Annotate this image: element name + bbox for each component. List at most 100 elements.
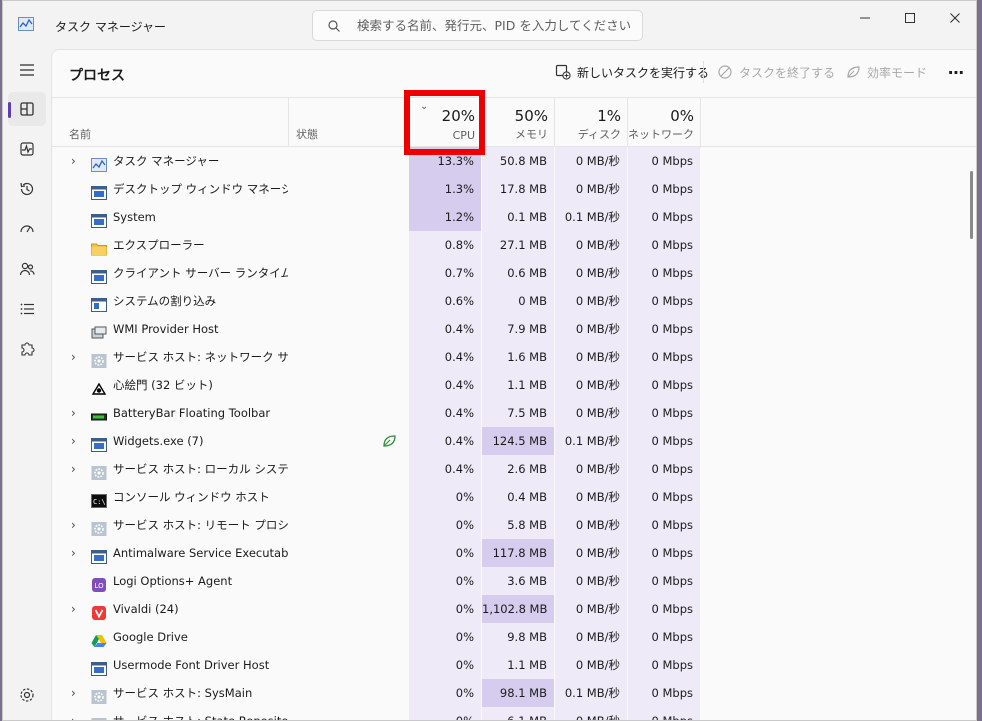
process-name-cell[interactable]: › サービス ホスト: SysMain <box>52 679 288 707</box>
process-name-cell[interactable]: 心絵門 (32 ビット) <box>52 371 288 399</box>
process-status-cell <box>288 427 408 455</box>
nav-app-history[interactable] <box>8 172 46 206</box>
process-name-cell[interactable]: クライアント サーバー ランタイム プロ... <box>52 259 288 287</box>
app-title: タスク マネージャー <box>55 20 166 34</box>
column-cpu[interactable]: ⌄ 20% CPU <box>408 98 481 147</box>
nav-users[interactable] <box>8 252 46 286</box>
nav-performance[interactable] <box>8 132 46 166</box>
process-disk: 0 MB/秒 <box>554 399 627 427</box>
column-status-label: 状態 <box>296 128 318 141</box>
process-icon <box>91 266 107 284</box>
table-row[interactable]: › サービス ホスト: ローカル システム (... 0.4% 2.6 MB 0… <box>52 455 976 483</box>
expand-chevron-icon[interactable]: › <box>71 707 81 720</box>
table-row[interactable]: › タスク マネージャー 13.3% 50.8 MB 0 MB/秒 0 Mbps <box>52 147 976 175</box>
process-name-cell[interactable]: System <box>52 203 288 231</box>
process-icon <box>91 350 107 368</box>
nav-details[interactable] <box>8 292 46 326</box>
process-name: サービス ホスト: リモート プロシージ... <box>113 518 288 532</box>
expand-chevron-icon[interactable]: › <box>71 595 81 623</box>
process-cpu: 1.3% <box>408 175 481 203</box>
nav-settings[interactable] <box>8 678 46 712</box>
table-row[interactable]: エクスプローラー 0.8% 27.1 MB 0 MB/秒 0 Mbps <box>52 231 976 259</box>
process-disk: 0 MB/秒 <box>554 483 627 511</box>
expand-chevron-icon[interactable]: › <box>71 399 81 427</box>
process-name-cell[interactable]: › Vivaldi (24) <box>52 595 288 623</box>
nav-startup-apps[interactable] <box>8 212 46 246</box>
expand-chevron-icon[interactable]: › <box>71 455 81 483</box>
process-network: 0 Mbps <box>627 259 700 287</box>
more-options-button[interactable]: ⋯ <box>945 62 967 82</box>
table-row[interactable]: › BatteryBar Floating Toolbar 0.4% 7.5 M… <box>52 399 976 427</box>
scrollbar-thumb[interactable] <box>970 171 973 239</box>
table-row[interactable]: › サービス ホスト: State Repository ... 0% 6.1 … <box>52 707 976 720</box>
process-cpu: 0.4% <box>408 315 481 343</box>
process-cpu: 0% <box>408 707 481 720</box>
process-name-cell[interactable]: › BatteryBar Floating Toolbar <box>52 399 288 427</box>
process-icon <box>91 686 107 704</box>
process-disk: 0 MB/秒 <box>554 567 627 595</box>
process-name-cell[interactable]: WMI Provider Host <box>52 315 288 343</box>
table-row[interactable]: クライアント サーバー ランタイム プロ... 0.7% 0.6 MB 0 MB… <box>52 259 976 287</box>
table-row[interactable]: › Vivaldi (24) 0% 1,102.8 MB 0 MB/秒 0 Mb… <box>52 595 976 623</box>
expand-chevron-icon[interactable]: › <box>71 511 81 539</box>
table-row[interactable]: C:\ コンソール ウィンドウ ホスト 0% 0.4 MB 0 MB/秒 0 M… <box>52 483 976 511</box>
process-cpu: 0.4% <box>408 343 481 371</box>
table-row[interactable]: Google Drive 0% 9.8 MB 0 MB/秒 0 Mbps <box>52 623 976 651</box>
process-name-cell[interactable]: › サービス ホスト: ネットワーク サービス <box>52 343 288 371</box>
process-name-cell[interactable]: Google Drive <box>52 623 288 651</box>
nav-services[interactable] <box>8 332 46 366</box>
process-name-cell[interactable]: システムの割り込み <box>52 287 288 315</box>
network-total: 0% <box>670 107 694 125</box>
table-row[interactable]: LO Logi Options+ Agent 0% 3.6 MB 0 MB/秒 … <box>52 567 976 595</box>
minimize-icon <box>860 17 870 19</box>
table-row[interactable]: WMI Provider Host 0.4% 7.9 MB 0 MB/秒 0 M… <box>52 315 976 343</box>
process-icon <box>91 154 107 172</box>
process-name-cell[interactable]: C:\ コンソール ウィンドウ ホスト <box>52 483 288 511</box>
expand-chevron-icon[interactable]: › <box>71 147 81 175</box>
run-new-task-button[interactable]: 新しいタスクを実行する <box>555 62 709 82</box>
process-name-cell[interactable]: LO Logi Options+ Agent <box>52 567 288 595</box>
search-input[interactable] <box>357 18 637 33</box>
table-row[interactable]: › サービス ホスト: リモート プロシージ... 0% 5.8 MB 0 MB… <box>52 511 976 539</box>
process-name-cell[interactable]: › サービス ホスト: State Repository ... <box>52 707 288 720</box>
search-icon <box>328 19 340 32</box>
column-status[interactable]: 状態 <box>288 98 408 147</box>
efficiency-mode-button[interactable]: 効率モード <box>845 62 927 82</box>
close-button[interactable] <box>932 3 976 33</box>
table-row[interactable]: 心絵門 (32 ビット) 0.4% 1.1 MB 0 MB/秒 0 Mbps <box>52 371 976 399</box>
process-name-cell[interactable]: › タスク マネージャー <box>52 147 288 175</box>
table-row[interactable]: › サービス ホスト: SysMain 0% 98.1 MB 0.1 MB/秒 … <box>52 679 976 707</box>
process-name-cell[interactable]: › Widgets.exe (7) <box>52 427 288 455</box>
process-name-cell[interactable]: › サービス ホスト: ローカル システム (... <box>52 455 288 483</box>
table-row[interactable]: デスクトップ ウィンドウ マネージャー 1.3% 17.8 MB 0 MB/秒 … <box>52 175 976 203</box>
expand-chevron-icon[interactable]: › <box>71 539 81 567</box>
column-network[interactable]: 0% ネットワーク <box>627 98 700 147</box>
process-memory: 1,102.8 MB <box>481 595 554 623</box>
table-row[interactable]: システムの割り込み 0.6% 0 MB 0 MB/秒 0 Mbps <box>52 287 976 315</box>
maximize-button[interactable] <box>887 3 933 33</box>
expand-chevron-icon[interactable]: › <box>71 427 81 455</box>
vertical-scrollbar[interactable] <box>969 161 974 720</box>
search-box[interactable] <box>312 10 643 41</box>
expand-chevron-icon[interactable]: › <box>71 679 81 707</box>
table-row[interactable]: › Antimalware Service Executable 0% 117.… <box>52 539 976 567</box>
column-name[interactable]: 名前 <box>52 98 288 147</box>
hamburger-menu-button[interactable] <box>8 53 46 87</box>
expand-chevron-icon[interactable]: › <box>71 343 81 371</box>
table-row[interactable]: Usermode Font Driver Host 0% 1.1 MB 0 MB… <box>52 651 976 679</box>
minimize-button[interactable] <box>842 3 888 33</box>
process-name: システムの割り込み <box>113 294 217 308</box>
process-name-cell[interactable]: エクスプローラー <box>52 231 288 259</box>
table-row[interactable]: › サービス ホスト: ネットワーク サービス 0.4% 1.6 MB 0 MB… <box>52 343 976 371</box>
process-name-cell[interactable]: デスクトップ ウィンドウ マネージャー <box>52 175 288 203</box>
nav-processes[interactable] <box>8 92 46 126</box>
svg-text:LO: LO <box>95 582 105 590</box>
table-row[interactable]: System 1.2% 0.1 MB 0.1 MB/秒 0 Mbps <box>52 203 976 231</box>
process-name-cell[interactable]: › Antimalware Service Executable <box>52 539 288 567</box>
table-row[interactable]: › Widgets.exe (7) 0.4% 124.5 MB 0.1 MB/秒… <box>52 427 976 455</box>
process-name-cell[interactable]: › サービス ホスト: リモート プロシージ... <box>52 511 288 539</box>
column-memory[interactable]: 50% メモリ <box>481 98 554 147</box>
process-name-cell[interactable]: Usermode Font Driver Host <box>52 651 288 679</box>
end-task-button[interactable]: タスクを終了する <box>717 62 835 82</box>
column-disk[interactable]: 1% ディスク <box>554 98 627 147</box>
